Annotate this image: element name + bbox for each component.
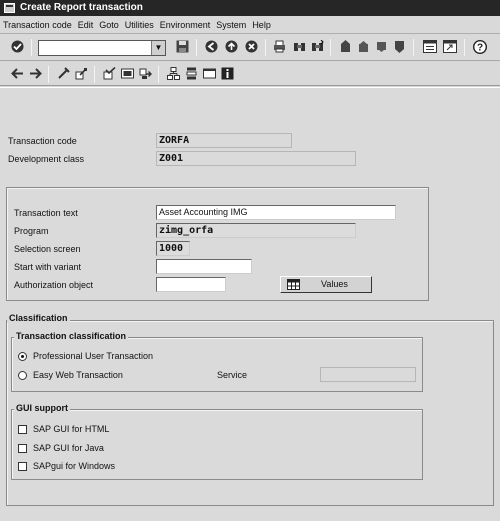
menu-transaction-code[interactable]: Transaction code [3,20,72,30]
professional-user-label: Professional User Transaction [33,351,154,361]
service-field [320,367,416,382]
display-change-icon[interactable] [74,66,89,81]
where-used-icon[interactable] [184,66,199,81]
values-button-label: Values [321,279,348,289]
window-icon [4,3,15,13]
other-object-icon[interactable] [56,66,71,81]
activate-icon[interactable] [120,66,135,81]
menu-system[interactable]: System [216,20,246,30]
command-field[interactable]: ▼ [38,40,166,56]
last-page-icon[interactable] [392,39,407,54]
easy-web-label: Easy Web Transaction [33,370,123,380]
start-with-variant-label: Start with variant [14,262,82,272]
cancel-icon[interactable] [244,39,259,54]
create-session-icon[interactable] [422,39,437,54]
values-button[interactable]: Values [280,276,372,293]
development-class-label: Development class [8,154,85,164]
transaction-text-label: Transaction text [14,208,78,218]
window-title: Create Report transaction [20,2,143,13]
information-icon[interactable] [220,66,235,81]
find-next-icon[interactable] [310,39,325,54]
start-with-variant-input[interactable] [156,259,252,274]
previous-page-icon[interactable] [356,39,371,54]
check-icon[interactable] [102,66,117,81]
svg-text:?: ? [476,42,482,53]
menu-edit[interactable]: Edit [78,20,94,30]
transaction-classification-group [11,337,423,392]
menu-help[interactable]: Help [252,20,271,30]
authorization-object-label: Authorization object [14,280,94,290]
radio-easy-web[interactable] [18,371,27,380]
transaction-text-input[interactable]: Asset Accounting IMG [156,205,396,220]
main-screen: Transaction code ZORFA Development class… [0,87,500,521]
transaction-code-field: ZORFA [156,133,292,148]
classification-title: Classification [7,313,70,323]
checkbox-sapgui-windows[interactable] [18,462,27,471]
program-input[interactable]: zimg_orfa [156,223,356,238]
checkbox-sap-gui-html[interactable] [18,425,27,434]
print-icon[interactable] [272,39,287,54]
menu-goto[interactable]: Goto [99,20,119,30]
sap-gui-html-label: SAP GUI for HTML [33,424,110,434]
window-title-bar: Create Report transaction [0,0,500,16]
previous-object-icon[interactable] [10,66,25,81]
first-page-icon[interactable] [338,39,353,54]
transaction-classification-title: Transaction classification [14,331,129,341]
selection-screen-input[interactable]: 1000 [156,241,190,256]
values-icon [287,279,300,295]
object-list-icon[interactable] [166,66,181,81]
gui-support-title: GUI support [14,403,70,413]
help-icon[interactable]: ? [472,39,487,54]
authorization-object-input[interactable] [156,277,226,292]
sapgui-windows-label: SAPgui for Windows [33,461,116,471]
selection-screen-label: Selection screen [14,244,81,254]
back-icon[interactable] [204,39,219,54]
checkbox-sap-gui-java[interactable] [18,444,27,453]
sap-gui-java-label: SAP GUI for Java [33,443,104,453]
shortcut-icon[interactable] [442,39,457,54]
next-page-icon[interactable] [374,39,389,54]
menu-utilities[interactable]: Utilities [125,20,154,30]
save-icon[interactable] [175,39,190,54]
menu-bar: Transaction code Edit Goto Utilities Env… [0,16,500,34]
application-toolbar [0,62,500,86]
test-icon[interactable] [138,66,153,81]
standard-toolbar: ▼ ? [0,35,500,61]
find-icon[interactable] [292,39,307,54]
service-label: Service [217,370,248,380]
enter-icon[interactable] [10,39,25,54]
menu-environment[interactable]: Environment [160,20,211,30]
radio-professional-user[interactable] [18,352,27,361]
exit-icon[interactable] [224,39,239,54]
program-label: Program [14,226,49,236]
display-object-icon[interactable] [202,66,217,81]
development-class-field: Z001 [156,151,356,166]
transaction-code-label: Transaction code [8,136,77,146]
chevron-down-icon[interactable]: ▼ [151,41,165,55]
next-object-icon[interactable] [28,66,43,81]
